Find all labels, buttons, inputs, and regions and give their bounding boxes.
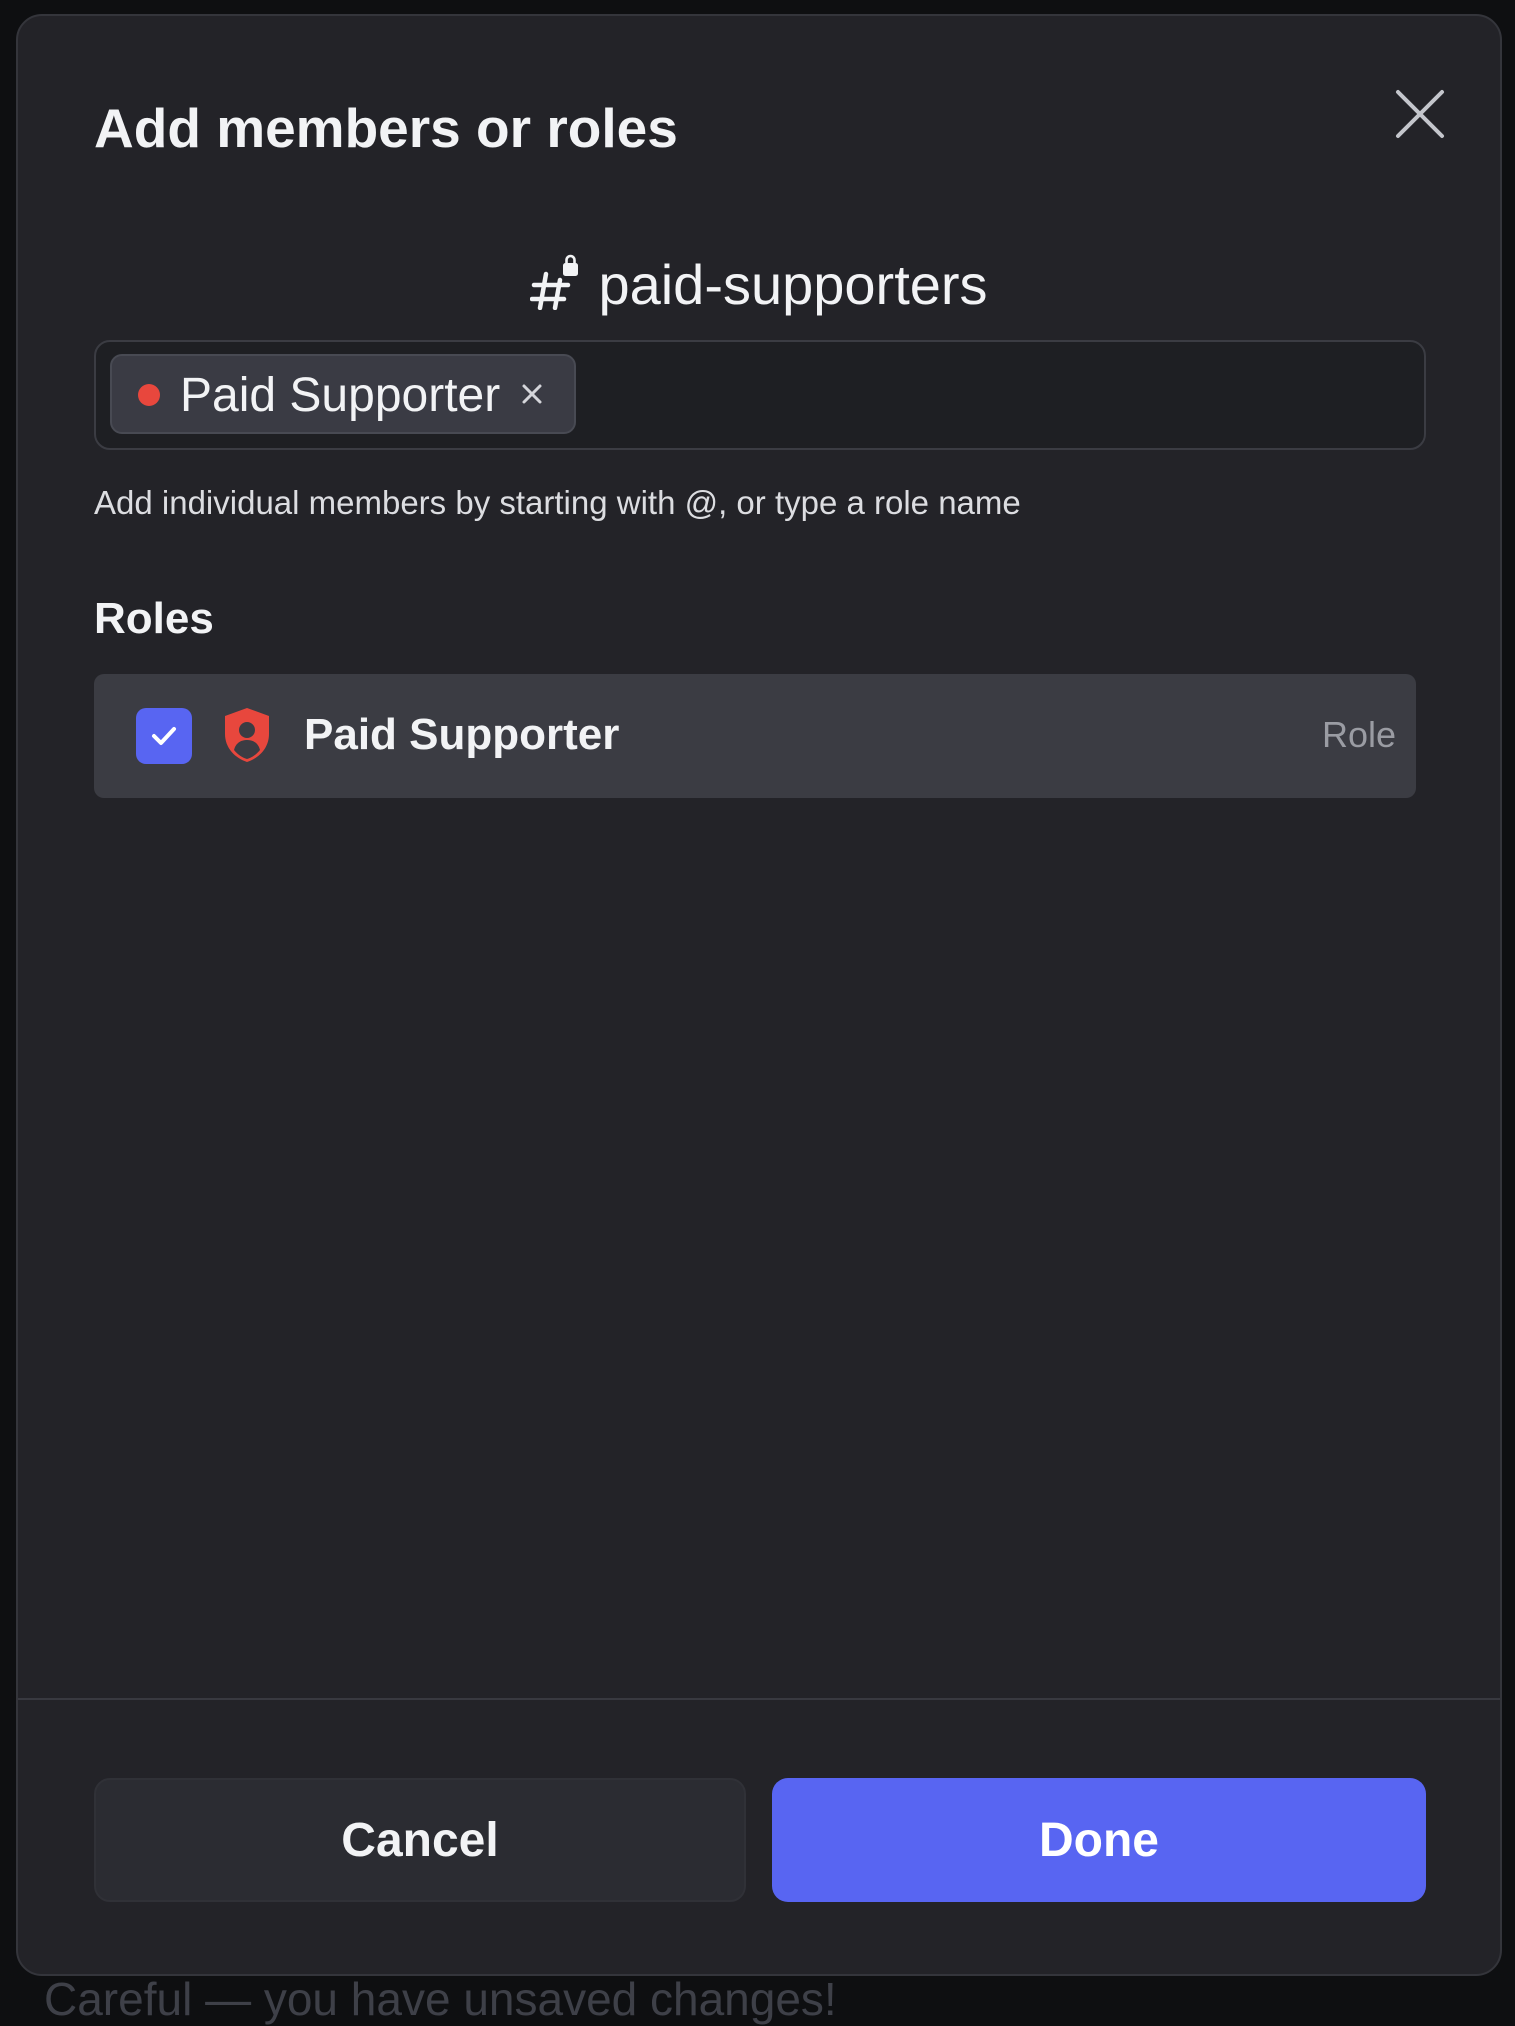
close-icon	[1396, 90, 1444, 138]
channel-name: paid-supporters	[598, 253, 988, 316]
role-checkbox[interactable]	[136, 708, 192, 764]
roles-section-heading: Roles	[94, 594, 214, 643]
shield-user-icon	[225, 708, 269, 762]
unsaved-changes-notice: Careful — you have unsaved changes!	[44, 1973, 837, 2025]
chip-label: Paid Supporter	[180, 369, 501, 422]
footer-divider	[18, 1698, 1500, 1700]
role-color-dot	[138, 384, 160, 406]
input-hint: Add individual members by starting with …	[94, 484, 1021, 521]
role-list-item[interactable]: Paid Supporter Role	[94, 674, 1416, 798]
modal-title: Add members or roles	[94, 97, 678, 159]
remove-x-icon	[522, 384, 542, 404]
chip-remove-button[interactable]	[516, 378, 548, 410]
member-search-input[interactable]: Paid Supporter	[94, 340, 1426, 450]
done-button[interactable]: Done	[772, 1778, 1426, 1902]
channel-header: paid-supporters	[18, 252, 1500, 317]
close-button[interactable]	[1382, 76, 1458, 152]
selected-role-chip: Paid Supporter	[110, 354, 576, 434]
role-type-label: Role	[1321, 714, 1396, 755]
role-name: Paid Supporter	[304, 710, 620, 759]
checkmark-icon	[152, 727, 176, 745]
locked-hashtag-icon	[530, 254, 579, 310]
add-members-modal: Add members or roles paid-supporters Pai…	[16, 14, 1502, 1976]
cancel-button[interactable]: Cancel	[94, 1778, 746, 1902]
